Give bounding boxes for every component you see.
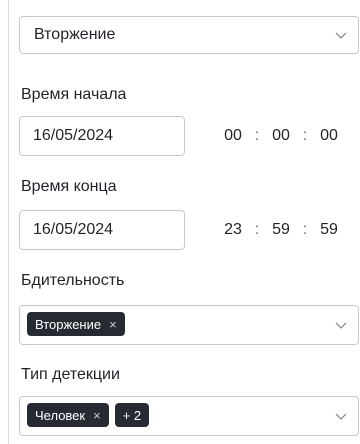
end-seconds[interactable]: 59 [314, 221, 344, 239]
chevron-down-icon [335, 413, 347, 420]
event-type-value: Вторжение [34, 26, 116, 43]
end-time-picker[interactable]: 23 : 59 : 59 [218, 221, 344, 239]
detection-type-select[interactable]: Человек × + 2 [19, 396, 359, 436]
end-date-input[interactable]: 16/05/2024 [19, 210, 185, 250]
chevron-down-icon [335, 32, 347, 39]
vigilance-chips: Вторжение × [27, 312, 131, 336]
start-date-input[interactable]: 16/05/2024 [19, 116, 185, 156]
start-time-picker[interactable]: 00 : 00 : 00 [218, 127, 344, 145]
vigilance-select[interactable]: Вторжение × [19, 305, 359, 345]
more-count: + 2 [122, 407, 142, 423]
time-separator: : [302, 127, 308, 144]
start-seconds[interactable]: 00 [314, 127, 344, 145]
start-date-value: 16/05/2024 [33, 127, 114, 144]
event-type-select[interactable]: Вторжение [19, 16, 359, 54]
end-time-label: Время конца [21, 178, 117, 195]
vigilance-label: Бдительность [21, 272, 125, 289]
start-minutes[interactable]: 00 [266, 127, 296, 145]
chevron-down-icon [335, 322, 347, 329]
chip-label: Вторжение [35, 316, 102, 332]
start-hours[interactable]: 00 [218, 127, 248, 145]
chip-remove-icon[interactable]: × [93, 408, 101, 423]
filter-panel: Вторжение Время начала 16/05/2024 00 : 0… [8, 0, 360, 444]
end-hours[interactable]: 23 [218, 221, 248, 239]
chip-label: Человек [35, 407, 86, 423]
time-separator: : [254, 127, 260, 144]
start-time-label: Время начала [21, 86, 127, 103]
vigilance-chip: Вторжение × [27, 312, 125, 336]
time-separator: : [302, 221, 308, 238]
end-date-value: 16/05/2024 [33, 221, 114, 238]
more-chips-badge[interactable]: + 2 [114, 403, 150, 427]
detection-chips: Человек × + 2 [27, 403, 155, 427]
detection-type-label: Тип детекции [21, 366, 120, 383]
time-separator: : [254, 221, 260, 238]
chip-remove-icon[interactable]: × [109, 317, 117, 332]
detection-chip: Человек × [27, 403, 109, 427]
end-minutes[interactable]: 59 [266, 221, 296, 239]
